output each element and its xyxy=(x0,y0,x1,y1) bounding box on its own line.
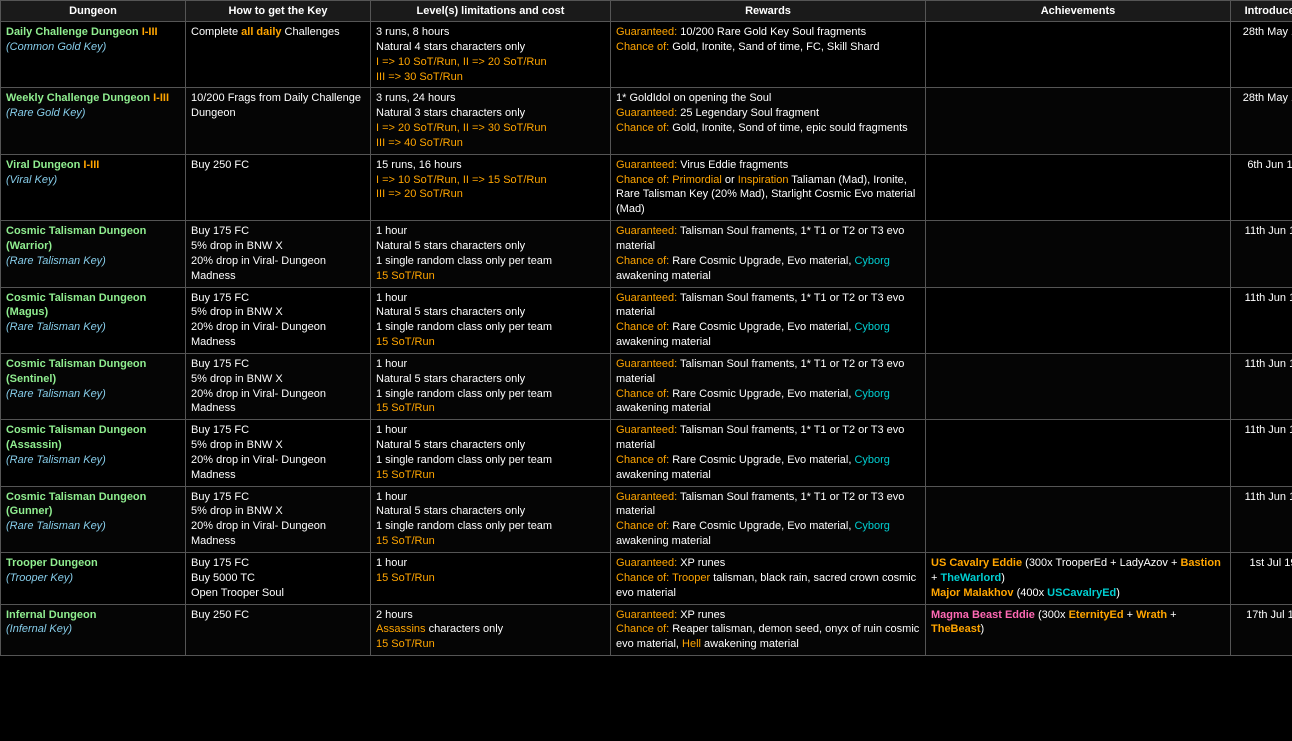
table-row: Trooper Dungeon(Trooper Key)Buy 175 FCBu… xyxy=(1,553,1292,605)
achievements-cell xyxy=(926,420,1231,486)
how-cell: Buy 250 FC xyxy=(186,604,371,656)
achievements-cell xyxy=(926,88,1231,154)
introduced-cell: 6th Jun 19 xyxy=(1231,154,1292,220)
dungeon-cell: Trooper Dungeon(Trooper Key) xyxy=(1,553,186,605)
how-cell: Buy 250 FC xyxy=(186,154,371,220)
achievements-cell xyxy=(926,287,1231,353)
table-row: Cosmic Talisman Dungeon (Magus)(Rare Tal… xyxy=(1,287,1292,353)
table-row: Cosmic Talisman Dungeon (Assassin)(Rare … xyxy=(1,420,1292,486)
header-introduced: Introduced xyxy=(1231,1,1292,22)
achievements-cell xyxy=(926,154,1231,220)
table-row: Infernal Dungeon(Infernal Key)Buy 250 FC… xyxy=(1,604,1292,656)
rewards-cell: Guaranteed: Talisman Soul framents, 1* T… xyxy=(611,486,926,552)
level-cell: 1 hourNatural 5 stars characters only1 s… xyxy=(371,221,611,287)
introduced-cell: 11th Jun 19 xyxy=(1231,353,1292,419)
how-cell: Buy 175 FC5% drop in BNW X20% drop in Vi… xyxy=(186,221,371,287)
level-cell: 1 hourNatural 5 stars characters only1 s… xyxy=(371,353,611,419)
rewards-cell: Guaranteed: Talisman Soul framents, 1* T… xyxy=(611,287,926,353)
how-cell: Buy 175 FC5% drop in BNW X20% drop in Vi… xyxy=(186,486,371,552)
header-rewards: Rewards xyxy=(611,1,926,22)
dungeon-cell: Cosmic Talisman Dungeon (Assassin)(Rare … xyxy=(1,420,186,486)
how-cell: Buy 175 FCBuy 5000 TCOpen Trooper Soul xyxy=(186,553,371,605)
introduced-cell: 11th Jun 19 xyxy=(1231,221,1292,287)
dungeon-table: Dungeon How to get the Key Level(s) limi… xyxy=(0,0,1292,656)
dungeon-cell: Cosmic Talisman Dungeon (Sentinel)(Rare … xyxy=(1,353,186,419)
rewards-cell: 1* GoldIdol on opening the SoulGuarantee… xyxy=(611,88,926,154)
how-cell: Buy 175 FC5% drop in BNW X20% drop in Vi… xyxy=(186,420,371,486)
table-row: Cosmic Talisman Dungeon (Sentinel)(Rare … xyxy=(1,353,1292,419)
rewards-cell: Guaranteed: XP runesChance of: Trooper t… xyxy=(611,553,926,605)
introduced-cell: 1st Jul 19 xyxy=(1231,553,1292,605)
achievements-cell xyxy=(926,22,1231,88)
rewards-cell: Guaranteed: XP runesChance of: Reaper ta… xyxy=(611,604,926,656)
how-cell: Complete all daily Challenges xyxy=(186,22,371,88)
dungeon-cell: Cosmic Talisman Dungeon (Gunner)(Rare Ta… xyxy=(1,486,186,552)
level-cell: 2 hoursAssassins characters only15 SoT/R… xyxy=(371,604,611,656)
table-row: Cosmic Talisman Dungeon (Warrior)(Rare T… xyxy=(1,221,1292,287)
achievements-cell: US Cavalry Eddie (300x TrooperEd + LadyA… xyxy=(926,553,1231,605)
how-cell: Buy 175 FC5% drop in BNW X20% drop in Vi… xyxy=(186,287,371,353)
introduced-cell: 17th Jul 19 xyxy=(1231,604,1292,656)
table-row: Cosmic Talisman Dungeon (Gunner)(Rare Ta… xyxy=(1,486,1292,552)
rewards-cell: Guaranteed: Talisman Soul framents, 1* T… xyxy=(611,221,926,287)
dungeon-cell: Viral Dungeon I-III(Viral Key) xyxy=(1,154,186,220)
header-dungeon: Dungeon xyxy=(1,1,186,22)
level-cell: 3 runs, 8 hoursNatural 4 stars character… xyxy=(371,22,611,88)
rewards-cell: Guaranteed: Talisman Soul framents, 1* T… xyxy=(611,353,926,419)
level-cell: 15 runs, 16 hoursI => 10 SoT/Run, II => … xyxy=(371,154,611,220)
achievements-cell xyxy=(926,486,1231,552)
rewards-cell: Guaranteed: Talisman Soul framents, 1* T… xyxy=(611,420,926,486)
achievements-cell: Magma Beast Eddie (300x EternityEd + Wra… xyxy=(926,604,1231,656)
achievements-cell xyxy=(926,221,1231,287)
how-cell: Buy 175 FC5% drop in BNW X20% drop in Vi… xyxy=(186,353,371,419)
introduced-cell: 11th Jun 19 xyxy=(1231,287,1292,353)
table-row: Weekly Challenge Dungeon I-III(Rare Gold… xyxy=(1,88,1292,154)
level-cell: 1 hourNatural 5 stars characters only1 s… xyxy=(371,287,611,353)
level-cell: 1 hourNatural 5 stars characters only1 s… xyxy=(371,486,611,552)
level-cell: 1 hourNatural 5 stars characters only1 s… xyxy=(371,420,611,486)
dungeon-cell: Infernal Dungeon(Infernal Key) xyxy=(1,604,186,656)
rewards-cell: Guaranteed: Virus Eddie fragmentsChance … xyxy=(611,154,926,220)
header-level: Level(s) limitations and cost xyxy=(371,1,611,22)
achievements-cell xyxy=(926,353,1231,419)
level-cell: 1 hour15 SoT/Run xyxy=(371,553,611,605)
introduced-cell: 11th Jun 19 xyxy=(1231,420,1292,486)
how-cell: 10/200 Frags from Daily Challenge Dungeo… xyxy=(186,88,371,154)
introduced-cell: 28th May 19 xyxy=(1231,88,1292,154)
table-row: Viral Dungeon I-III(Viral Key)Buy 250 FC… xyxy=(1,154,1292,220)
level-cell: 3 runs, 24 hoursNatural 3 stars characte… xyxy=(371,88,611,154)
dungeon-cell: Daily Challenge Dungeon I-III(Common Gol… xyxy=(1,22,186,88)
header-key: How to get the Key xyxy=(186,1,371,22)
rewards-cell: Guaranteed: 10/200 Rare Gold Key Soul fr… xyxy=(611,22,926,88)
table-row: Daily Challenge Dungeon I-III(Common Gol… xyxy=(1,22,1292,88)
introduced-cell: 28th May 19 xyxy=(1231,22,1292,88)
introduced-cell: 11th Jun 19 xyxy=(1231,486,1292,552)
dungeon-cell: Cosmic Talisman Dungeon (Warrior)(Rare T… xyxy=(1,221,186,287)
dungeon-cell: Weekly Challenge Dungeon I-III(Rare Gold… xyxy=(1,88,186,154)
dungeon-cell: Cosmic Talisman Dungeon (Magus)(Rare Tal… xyxy=(1,287,186,353)
header-achievements: Achievements xyxy=(926,1,1231,22)
